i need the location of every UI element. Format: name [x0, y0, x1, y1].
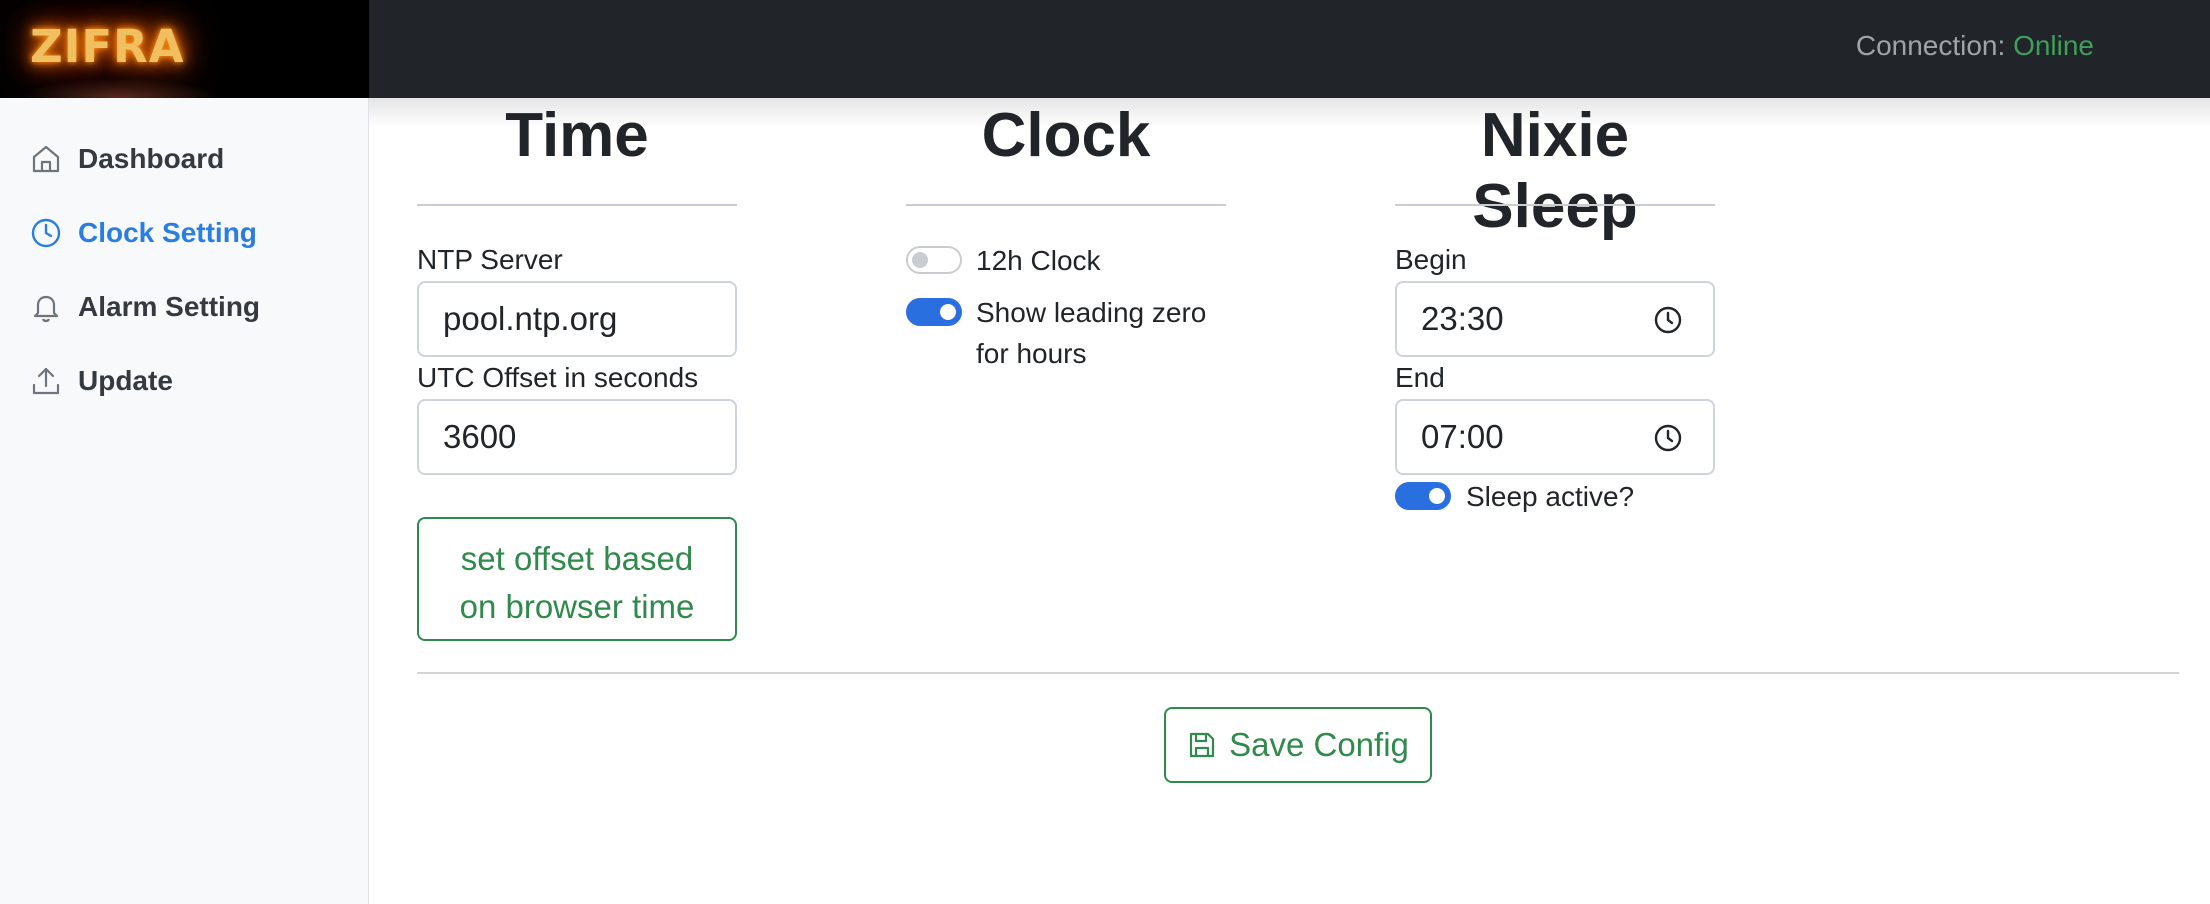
toggle-leading-zero[interactable] — [906, 298, 962, 326]
toggle-12h-clock[interactable] — [906, 246, 962, 274]
sidebar-item-clock-setting[interactable]: Clock Setting — [30, 211, 257, 255]
sidebar-item-update[interactable]: Update — [30, 359, 173, 403]
sidebar-item-alarm-setting[interactable]: Alarm Setting — [30, 285, 260, 329]
time-picker-icon[interactable] — [1653, 423, 1683, 453]
toggle-knob — [1429, 488, 1445, 504]
sleep-begin-value: 23:30 — [1421, 300, 1504, 337]
sidebar-item-label: Dashboard — [78, 143, 225, 174]
toggle-leading-zero-label: Show leading zero for hours — [976, 292, 1206, 374]
ntp-server-input[interactable]: pool.ntp.org — [417, 281, 737, 357]
sidebar-item-dashboard[interactable]: Dashboard — [30, 137, 224, 181]
sleep-end-value: 07:00 — [1421, 418, 1504, 455]
clock-section-title: Clock — [981, 101, 1151, 170]
sleep-end-label: End — [1395, 362, 1445, 393]
connection-indicator: Connection: Online — [1856, 30, 2094, 62]
sleep-begin-label: Begin — [1395, 244, 1467, 275]
sidebar-item-label: Update — [78, 365, 173, 396]
toggle-sleep-active[interactable] — [1395, 482, 1451, 510]
connection-status: Online — [2013, 30, 2094, 61]
sleep-section-rule — [1395, 204, 1715, 206]
save-config-label: Save Config — [1229, 726, 1409, 763]
set-offset-browser-button[interactable]: set offset based on browser time — [417, 517, 737, 641]
utc-offset-input[interactable]: 3600 — [417, 399, 737, 475]
ntp-server-value: pool.ntp.org — [443, 300, 618, 337]
top-navbar: ZIFRA Connection: Online — [0, 0, 2210, 98]
save-config-button[interactable]: Save Config — [1164, 707, 1432, 783]
time-picker-icon[interactable] — [1653, 305, 1683, 335]
toggle-knob — [940, 304, 956, 320]
clock-section-rule — [906, 204, 1226, 206]
bell-icon — [30, 291, 62, 323]
sleep-section-title: Nixie Sleep — [1472, 101, 1638, 241]
save-icon — [1187, 730, 1217, 760]
time-section-title: Time — [505, 101, 649, 170]
section-divider — [417, 672, 2179, 674]
leading-zero-label-line1: Show leading zero — [976, 297, 1207, 328]
sleep-end-input[interactable]: 07:00 — [1395, 399, 1715, 475]
sidebar-item-label: Alarm Setting — [78, 291, 261, 322]
connection-label: Connection: — [1855, 30, 2006, 61]
sidebar-item-label: Clock Setting — [78, 217, 257, 248]
set-offset-button-line1: set offset based — [460, 540, 694, 577]
ntp-server-label: NTP Server — [417, 244, 563, 275]
sleep-begin-input[interactable]: 23:30 — [1395, 281, 1715, 357]
home-icon — [30, 143, 62, 175]
time-section-rule — [417, 204, 737, 206]
utc-offset-label: UTC Offset in seconds — [417, 362, 699, 393]
upload-icon — [30, 365, 62, 397]
toggle-sleep-active-label: Sleep active? — [1466, 481, 1635, 512]
sidebar: Dashboard Clock Setting Alarm Setting Up… — [0, 98, 369, 904]
brand-area: ZIFRA — [0, 0, 369, 98]
set-offset-button-line2: on browser time — [459, 588, 695, 625]
clock-icon — [30, 217, 62, 249]
leading-zero-label-line2: for hours — [976, 338, 1087, 369]
utc-offset-value: 3600 — [443, 418, 517, 455]
toggle-12h-clock-label: 12h Clock — [976, 245, 1101, 276]
brand-logo[interactable]: ZIFRA — [30, 20, 185, 73]
toggle-knob — [912, 252, 928, 268]
